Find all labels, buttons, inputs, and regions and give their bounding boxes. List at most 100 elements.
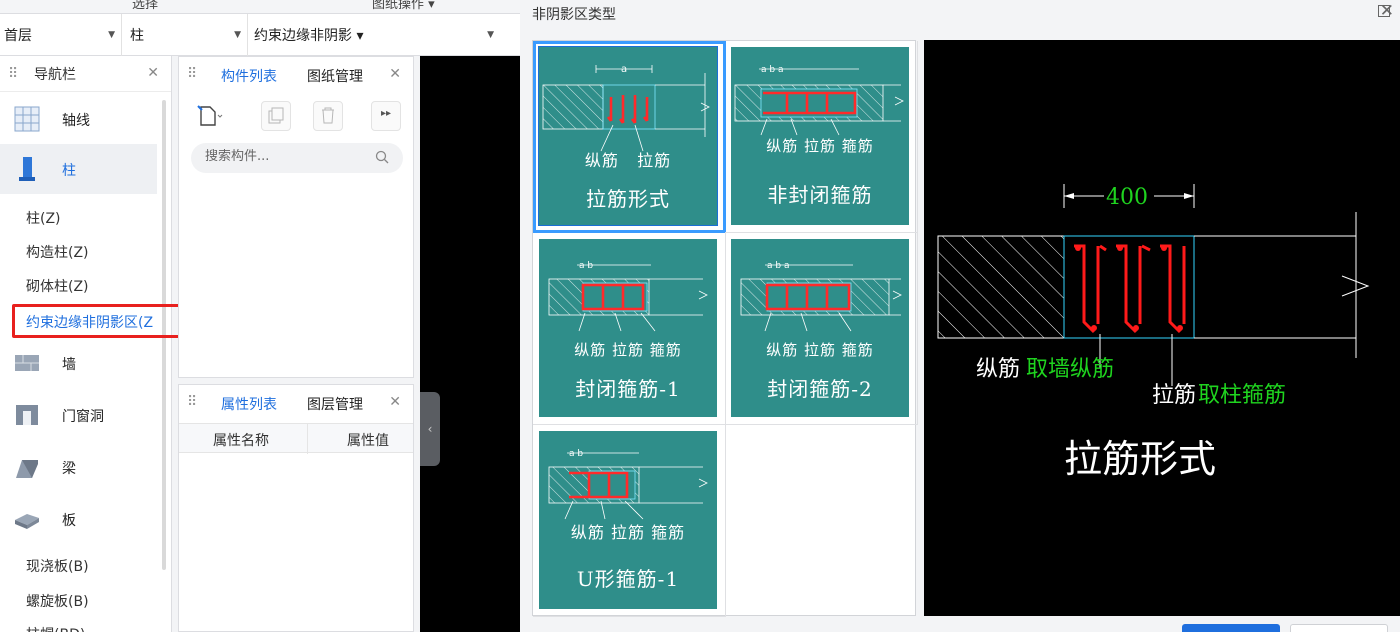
option-label: 拉筋形式 (586, 187, 670, 211)
option-sub-labels: 纵筋 拉筋 (539, 147, 717, 171)
nav-header: ⠿ 导航栏 ✕ (0, 56, 171, 92)
option-tie-form[interactable]: a 纵筋 拉筋 拉筋形式 (533, 41, 726, 233)
nav-item-label: 墙 (62, 357, 76, 373)
floor-select[interactable]: 首层 ▼ (0, 14, 122, 56)
subitem-spiral-slab[interactable]: 螺旋板(B) (26, 591, 89, 611)
more-icon: ▸▸ (381, 108, 392, 119)
nav-item-beam[interactable]: 梁 (0, 442, 157, 492)
copy-button[interactable] (261, 101, 291, 131)
copy-icon (268, 107, 284, 124)
label-tie: 拉筋 (611, 341, 644, 359)
dim-labels: a b (569, 449, 583, 459)
close-icon[interactable]: ✕ (389, 394, 401, 410)
property-table-header: 属性名称 属性值 (179, 423, 413, 454)
subitem-column-z[interactable]: 柱(Z) (26, 208, 61, 228)
label-longitudinal: 纵筋 (574, 341, 607, 359)
label-stirrup: 箍筋 (649, 341, 682, 359)
option-tile: a 纵筋 拉筋 拉筋形式 (538, 46, 718, 226)
collapse-panel-handle[interactable]: ‹ (420, 392, 440, 466)
nav-item-axis[interactable]: 轴线 (0, 94, 157, 144)
new-component-button[interactable] (193, 101, 223, 131)
nav-item-column[interactable]: 柱 (0, 144, 157, 194)
nav-item-slab[interactable]: 板 (0, 494, 157, 544)
label-tie: 拉筋 (803, 137, 836, 155)
option-closed-stirrup-1[interactable]: a b 纵筋 拉筋 箍筋 封闭箍筋-1 (533, 233, 726, 425)
option-label: 封闭箍筋-1 (575, 377, 681, 401)
label-stirrup: 箍筋 (651, 523, 686, 542)
column-header-value: 属性值 (347, 433, 389, 449)
option-tile: a b 纵筋 拉筋 箍筋 U形箍筋-1 (539, 431, 717, 609)
column-header-name: 属性名称 (213, 433, 269, 449)
label-tie: 拉筋 (637, 151, 672, 170)
tab-component-list[interactable]: 构件列表 (221, 66, 277, 86)
delete-button[interactable] (313, 101, 343, 131)
option-label: 非封闭箍筋 (767, 183, 873, 207)
tab-property-list[interactable]: 属性列表 (221, 394, 277, 414)
type-options-grid: a 纵筋 拉筋 拉筋形式 a b a 纵筋 拉筋 箍筋 非封闭箍筋 a b 纵筋… (532, 40, 918, 617)
preview-caption: 拉筋形式 (1064, 437, 1216, 481)
close-icon[interactable]: ✕ (1380, 1, 1394, 21)
drawing-canvas[interactable] (420, 56, 520, 632)
more-button[interactable]: ▸▸ (371, 101, 401, 131)
slab-icon (15, 514, 39, 529)
trash-icon (322, 107, 334, 124)
search-input[interactable] (205, 149, 365, 164)
search-icon[interactable] (375, 150, 389, 164)
drag-handle-icon[interactable]: ⠿ (187, 66, 201, 82)
option-u-stirrup-1[interactable]: a b 纵筋 拉筋 箍筋 U形箍筋-1 (533, 425, 726, 617)
option-tile: a b 纵筋 拉筋 箍筋 封闭箍筋-1 (539, 239, 717, 417)
label-stirrup: 箍筋 (841, 341, 874, 359)
dim-labels: a b (579, 261, 593, 271)
chevron-down-icon: ▼ (108, 30, 115, 40)
nav-item-label: 柱 (62, 163, 76, 179)
subtype-select-value: 约束边缘非阴影 ▾ (254, 28, 364, 44)
selector-bar: 首层 ▼ 柱 ▼ 约束边缘非阴影 ▾ ▼ (0, 14, 520, 56)
label-tie: 拉筋 (610, 523, 645, 542)
ok-button[interactable] (1182, 624, 1280, 632)
option-sub-labels: 纵筋 拉筋 箍筋 (539, 519, 717, 543)
beam-icon (16, 460, 38, 478)
nav-item-label: 轴线 (62, 113, 90, 129)
column-icon (19, 157, 35, 181)
drag-handle-icon[interactable]: ⠿ (187, 394, 201, 410)
drag-handle-icon[interactable]: ⠿ (8, 66, 22, 82)
tab-drawing-manager[interactable]: 图纸管理 (307, 66, 363, 86)
close-icon[interactable]: ✕ (389, 66, 401, 82)
dim-labels: a b a (767, 261, 789, 271)
type-select[interactable]: 柱 ▼ (126, 14, 248, 56)
nav-item-wall[interactable]: 墙 (0, 338, 157, 388)
preview-note-tie: 取柱箍筋 (1198, 383, 1286, 408)
property-panel: ⠿ 属性列表 图层管理 ✕ 属性名称 属性值 (178, 384, 414, 632)
floor-select-value: 首层 (4, 28, 32, 44)
chevron-left-icon: ‹ (427, 422, 433, 436)
subitem-construct-column[interactable]: 构造柱(Z) (26, 242, 89, 262)
option-open-stirrup[interactable]: a b a 纵筋 拉筋 箍筋 非封闭箍筋 (725, 41, 918, 233)
preview-dimension: 400 (1106, 185, 1148, 210)
nav-item-label: 门窗洞 (62, 409, 104, 425)
ribbon-drawing-ops-label[interactable]: 图纸操作 ▾ (372, 0, 435, 12)
close-icon[interactable]: ✕ (147, 65, 159, 81)
option-closed-stirrup-2[interactable]: a b a 纵筋 拉筋 箍筋 封闭箍筋-2 (725, 233, 918, 425)
chevron-down-icon: ▼ (487, 30, 494, 40)
dim-labels: a b a (761, 65, 783, 75)
preview-diagram: 400 纵筋 取墙纵筋 拉筋 取柱箍筋 拉筋形式 (937, 184, 1370, 481)
ribbon-select-label[interactable]: 选择 (132, 0, 158, 12)
column-divider[interactable] (307, 424, 308, 454)
preview-label-tie: 拉筋 (1152, 383, 1196, 408)
subtype-select[interactable]: 约束边缘非阴影 ▾ ▼ (250, 14, 500, 56)
nav-item-label: 梁 (62, 461, 76, 477)
ribbon-strip: 选择 图纸操作 ▾ (0, 0, 520, 14)
nav-item-label: 板 (62, 513, 76, 529)
label-longitudinal: 纵筋 (570, 523, 605, 542)
navigation-panel: ⠿ 导航栏 ✕ 轴线 柱 柱(Z) 构造柱(Z) 砌体柱(Z) 约束边缘非阴影区… (0, 56, 172, 632)
cancel-button[interactable] (1290, 624, 1388, 632)
wall-icon (15, 355, 39, 371)
type-preview-panel: 400 纵筋 取墙纵筋 拉筋 取柱箍筋 拉筋形式 (924, 40, 1400, 616)
subitem-masonry-column[interactable]: 砌体柱(Z) (26, 276, 89, 296)
nav-item-door-window[interactable]: 门窗洞 (0, 390, 157, 440)
tab-layer-manager[interactable]: 图层管理 (307, 394, 363, 414)
label-longitudinal: 纵筋 (766, 341, 799, 359)
subitem-cast-slab[interactable]: 现浇板(B) (26, 556, 89, 576)
subitem-column-cap[interactable]: 柱帽(BD) (26, 624, 85, 632)
preview-note-longitudinal: 取墙纵筋 (1026, 357, 1114, 382)
